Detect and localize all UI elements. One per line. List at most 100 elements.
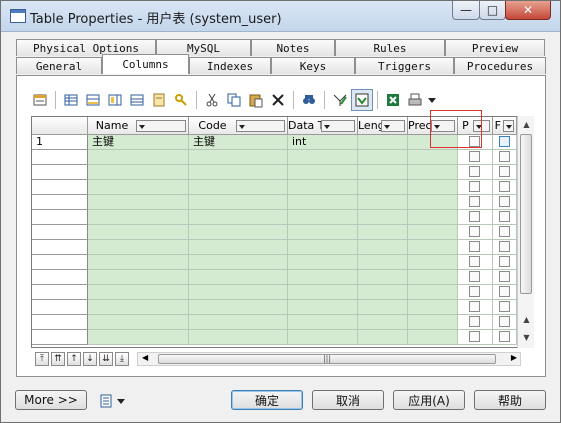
length-cell[interactable] bbox=[358, 285, 408, 300]
foreign-cell[interactable] bbox=[493, 165, 517, 180]
primary-cell[interactable] bbox=[458, 240, 493, 255]
primary-checkbox[interactable] bbox=[469, 166, 480, 177]
precision-cell[interactable] bbox=[408, 225, 458, 240]
primary-cell[interactable] bbox=[458, 180, 493, 195]
primary-cell[interactable] bbox=[458, 300, 493, 315]
precision-cell[interactable] bbox=[408, 165, 458, 180]
foreign-cell[interactable] bbox=[493, 135, 517, 150]
code-cell[interactable] bbox=[189, 180, 288, 195]
length-cell[interactable] bbox=[358, 315, 408, 330]
data-type-cell[interactable] bbox=[288, 285, 358, 300]
add-columns-icon[interactable] bbox=[104, 89, 126, 111]
paste-columns-icon[interactable] bbox=[126, 89, 148, 111]
length-cell[interactable] bbox=[358, 300, 408, 315]
move-top-button[interactable]: ⤒ bbox=[35, 352, 49, 366]
length-cell[interactable] bbox=[358, 270, 408, 285]
foreign-cell[interactable] bbox=[493, 210, 517, 225]
data-type-cell[interactable] bbox=[288, 255, 358, 270]
name-cell[interactable] bbox=[88, 270, 189, 285]
primary-checkbox[interactable] bbox=[469, 151, 480, 162]
paste-icon[interactable] bbox=[245, 89, 267, 111]
foreign-checkbox[interactable] bbox=[499, 166, 510, 177]
length-column-header[interactable]: Lengt bbox=[358, 117, 408, 135]
vertical-scrollbar[interactable]: ▲ ▲ ▼ bbox=[517, 116, 534, 348]
precision-cell[interactable] bbox=[408, 135, 458, 150]
row-header[interactable] bbox=[32, 150, 88, 165]
length-cell[interactable] bbox=[358, 240, 408, 255]
foreign-checkbox[interactable] bbox=[499, 271, 510, 282]
foreign-cell[interactable] bbox=[493, 300, 517, 315]
customize-columns-icon[interactable] bbox=[351, 89, 373, 111]
name-cell[interactable] bbox=[88, 330, 189, 345]
length-cell[interactable] bbox=[358, 210, 408, 225]
row-header[interactable] bbox=[32, 195, 88, 210]
data-type-cell[interactable] bbox=[288, 210, 358, 225]
code-cell[interactable] bbox=[189, 300, 288, 315]
name-cell[interactable] bbox=[88, 285, 189, 300]
column-filter-dropdown-icon[interactable] bbox=[473, 119, 490, 132]
row-header[interactable] bbox=[32, 240, 88, 255]
foreign-cell[interactable] bbox=[493, 285, 517, 300]
precision-cell[interactable] bbox=[408, 315, 458, 330]
foreign-checkbox[interactable] bbox=[499, 256, 510, 267]
primary-cell[interactable] bbox=[458, 255, 493, 270]
row-header[interactable] bbox=[32, 300, 88, 315]
foreign-cell[interactable] bbox=[493, 150, 517, 165]
code-cell[interactable] bbox=[189, 165, 288, 180]
primary-checkbox[interactable] bbox=[469, 181, 480, 192]
length-cell[interactable] bbox=[358, 330, 408, 345]
foreign-cell[interactable] bbox=[493, 270, 517, 285]
length-cell[interactable] bbox=[358, 195, 408, 210]
code-cell[interactable] bbox=[189, 330, 288, 345]
move-bottom-button[interactable]: ⤓ bbox=[115, 352, 129, 366]
properties-icon[interactable] bbox=[29, 89, 51, 111]
scroll-up-small-icon[interactable]: ▲ bbox=[519, 312, 534, 327]
foreign-checkbox[interactable] bbox=[499, 331, 510, 342]
primary-cell[interactable] bbox=[458, 195, 493, 210]
delete-icon[interactable] bbox=[267, 89, 289, 111]
primary-cell[interactable] bbox=[458, 330, 493, 345]
data-type-column-header[interactable]: Data Typ bbox=[288, 117, 358, 135]
key-icon[interactable] bbox=[170, 89, 192, 111]
scroll-down-arrow-icon[interactable]: ▼ bbox=[519, 330, 534, 345]
column-filter-dropdown-icon[interactable] bbox=[380, 119, 405, 132]
ok-button[interactable]: 确定 bbox=[231, 390, 303, 410]
name-cell[interactable] bbox=[88, 225, 189, 240]
apply-button[interactable]: 应用(A) bbox=[393, 390, 465, 410]
name-cell[interactable] bbox=[88, 165, 189, 180]
print-icon[interactable] bbox=[404, 89, 426, 111]
length-cell[interactable] bbox=[358, 165, 408, 180]
name-cell[interactable] bbox=[88, 300, 189, 315]
row-header[interactable] bbox=[32, 270, 88, 285]
more-button[interactable]: More >> bbox=[15, 390, 87, 410]
code-cell[interactable] bbox=[189, 285, 288, 300]
name-cell[interactable] bbox=[88, 255, 189, 270]
primary-checkbox[interactable] bbox=[469, 256, 480, 267]
move-up-button[interactable]: ↑ bbox=[67, 352, 81, 366]
primary-cell[interactable] bbox=[458, 225, 493, 240]
tab-preview[interactable]: Preview bbox=[445, 39, 545, 56]
data-type-cell[interactable] bbox=[288, 300, 358, 315]
name-cell[interactable] bbox=[88, 240, 189, 255]
precision-cell[interactable] bbox=[408, 240, 458, 255]
foreign-checkbox[interactable] bbox=[499, 286, 510, 297]
code-cell[interactable] bbox=[189, 315, 288, 330]
primary-checkbox[interactable] bbox=[469, 271, 480, 282]
foreign-checkbox[interactable] bbox=[499, 136, 510, 147]
row-header[interactable] bbox=[32, 210, 88, 225]
primary-checkbox[interactable] bbox=[469, 301, 480, 312]
precision-cell[interactable] bbox=[408, 330, 458, 345]
name-cell[interactable] bbox=[88, 150, 189, 165]
row-header[interactable] bbox=[32, 225, 88, 240]
length-cell[interactable] bbox=[358, 135, 408, 150]
row-header[interactable] bbox=[32, 180, 88, 195]
primary-checkbox[interactable] bbox=[469, 241, 480, 252]
foreign-cell[interactable] bbox=[493, 330, 517, 345]
move-page-down-button[interactable]: ⇊ bbox=[99, 352, 113, 366]
data-type-cell[interactable] bbox=[288, 165, 358, 180]
code-cell[interactable] bbox=[189, 225, 288, 240]
move-down-button[interactable]: ↓ bbox=[83, 352, 97, 366]
primary-cell[interactable] bbox=[458, 135, 493, 150]
foreign-checkbox[interactable] bbox=[499, 181, 510, 192]
length-cell[interactable] bbox=[358, 255, 408, 270]
